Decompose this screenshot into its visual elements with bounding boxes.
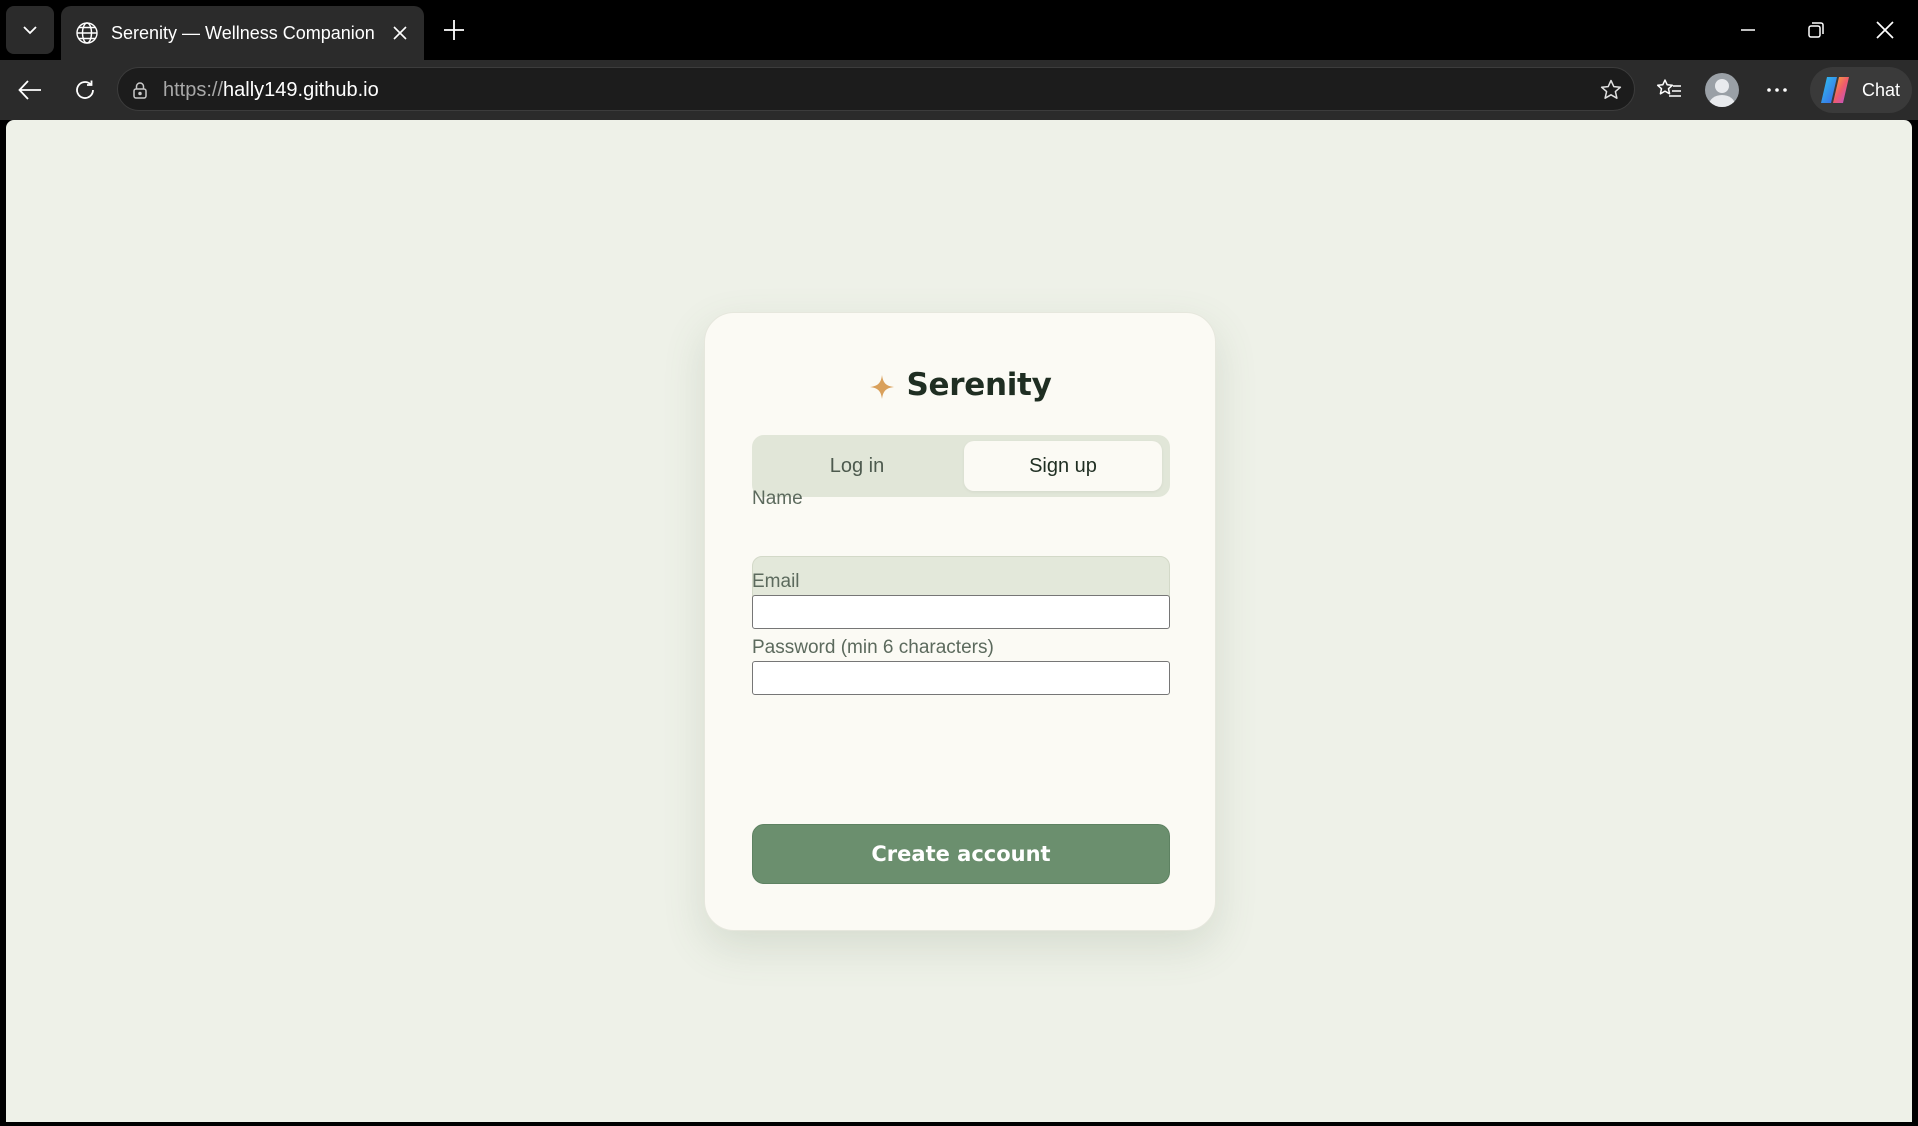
favorites-icon [1655, 76, 1683, 104]
sparkle-icon [869, 374, 895, 400]
minimize-button[interactable] [1726, 8, 1770, 52]
more-icon [1765, 78, 1789, 102]
reload-icon [73, 78, 97, 102]
close-icon [1875, 20, 1895, 40]
address-bar[interactable]: https://hally149.github.io [117, 67, 1635, 111]
plus-icon [442, 18, 466, 42]
chat-button[interactable]: Chat [1810, 67, 1912, 113]
more-button[interactable] [1759, 72, 1795, 108]
tab-title: Serenity — Wellness Companion [111, 22, 375, 43]
tab-list-button[interactable] [6, 6, 54, 54]
favorites-button[interactable] [1651, 72, 1687, 108]
copilot-icon [1818, 75, 1852, 105]
restore-button[interactable] [1794, 8, 1838, 52]
url-protocol: https:// [163, 79, 224, 101]
back-icon [17, 77, 43, 103]
close-icon[interactable] [388, 21, 412, 45]
brand-name: Serenity [906, 367, 1052, 403]
browser-titlebar: Serenity — Wellness Companion [0, 0, 1918, 60]
password-label: Password (min 6 characters) [752, 637, 994, 658]
url-host: hally149.github.io [223, 79, 379, 101]
name-label: Name [752, 488, 803, 509]
tab-sign-up[interactable]: Sign up [964, 441, 1162, 491]
minimize-icon [1739, 21, 1757, 39]
email-label: Email [752, 571, 800, 592]
brand-header: Serenity [705, 363, 1215, 407]
chevron-down-icon [21, 21, 39, 39]
page-viewport: Serenity Log in Sign up Name Email Passw… [6, 120, 1912, 1122]
star-icon[interactable] [1598, 77, 1624, 103]
new-tab-button[interactable] [438, 14, 470, 46]
back-button[interactable] [10, 70, 50, 110]
auth-tabs: Log in Sign up [752, 435, 1170, 497]
tab-log-in[interactable]: Log in [758, 441, 956, 491]
browser-tab-active[interactable]: Serenity — Wellness Companion [61, 6, 424, 60]
reload-button[interactable] [65, 70, 105, 110]
url-text[interactable]: https://hally149.github.io [163, 79, 379, 102]
chat-label: Chat [1862, 79, 1901, 100]
browser-toolbar: https://hally149.github.io Chat [0, 60, 1918, 120]
profile-avatar[interactable] [1705, 73, 1739, 107]
auth-card: Serenity Log in Sign up Name Email Passw… [704, 312, 1216, 931]
restore-icon [1807, 21, 1825, 39]
lock-icon[interactable] [128, 78, 152, 102]
globe-icon [73, 19, 101, 47]
email-input[interactable] [752, 595, 1170, 629]
create-account-button[interactable]: Create account [752, 824, 1170, 884]
password-input[interactable] [752, 661, 1170, 695]
window-close-button[interactable] [1863, 8, 1907, 52]
